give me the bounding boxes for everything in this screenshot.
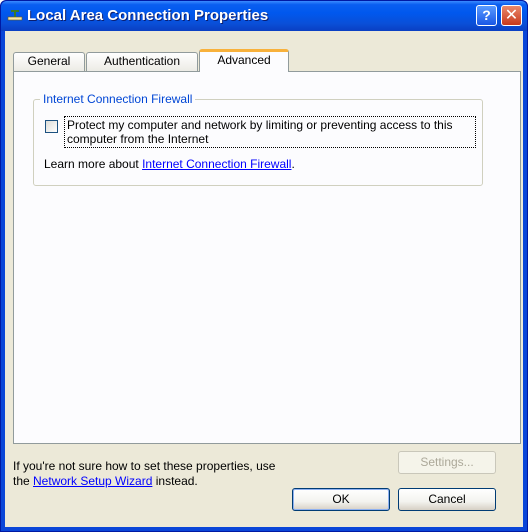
tab-general[interactable]: General bbox=[13, 52, 85, 71]
tab-advanced[interactable]: Advanced bbox=[199, 49, 289, 72]
advanced-tab-panel: Internet Connection Firewall Protect my … bbox=[13, 71, 521, 444]
network-connection-icon bbox=[7, 8, 23, 24]
hint-the: the bbox=[13, 474, 34, 488]
help-icon: ? bbox=[482, 7, 491, 23]
hint-line-2: the Network Setup Wizard instead. bbox=[13, 474, 373, 489]
protect-computer-label[interactable]: Protect my computer and network by limit… bbox=[64, 116, 476, 148]
learn-more-suffix: . bbox=[291, 157, 295, 171]
hint-line-1: If you're not sure how to set these prop… bbox=[13, 459, 276, 473]
help-button[interactable]: ? bbox=[476, 5, 497, 26]
dialog-client-area: General Authentication Advanced Internet… bbox=[5, 31, 523, 527]
firewall-help-link[interactable]: Internet Connection Firewall bbox=[142, 157, 291, 171]
cancel-button[interactable]: Cancel bbox=[398, 488, 496, 511]
window-title: Local Area Connection Properties bbox=[27, 7, 269, 24]
close-icon: ✕ bbox=[504, 7, 519, 24]
network-setup-wizard-link[interactable]: Network Setup Wizard bbox=[33, 474, 152, 488]
ok-button[interactable]: OK bbox=[292, 488, 390, 511]
hint-suffix: instead. bbox=[152, 474, 198, 488]
firewall-groupbox: Internet Connection Firewall Protect my … bbox=[33, 92, 483, 186]
setup-hint-text: If you're not sure how to set these prop… bbox=[13, 459, 373, 489]
learn-more-prefix: Learn more about bbox=[44, 157, 143, 171]
title-bar[interactable]: Local Area Connection Properties ? ✕ bbox=[1, 1, 527, 31]
firewall-group-title: Internet Connection Firewall bbox=[40, 92, 196, 106]
learn-more-text: Learn more about Internet Connection Fir… bbox=[44, 157, 295, 171]
dialog-window: Local Area Connection Properties ? ✕ Gen… bbox=[0, 0, 528, 532]
protect-computer-checkbox[interactable] bbox=[45, 120, 58, 133]
tab-authentication[interactable]: Authentication bbox=[86, 52, 198, 71]
settings-button[interactable]: Settings... bbox=[398, 451, 496, 474]
close-button[interactable]: ✕ bbox=[501, 5, 522, 26]
